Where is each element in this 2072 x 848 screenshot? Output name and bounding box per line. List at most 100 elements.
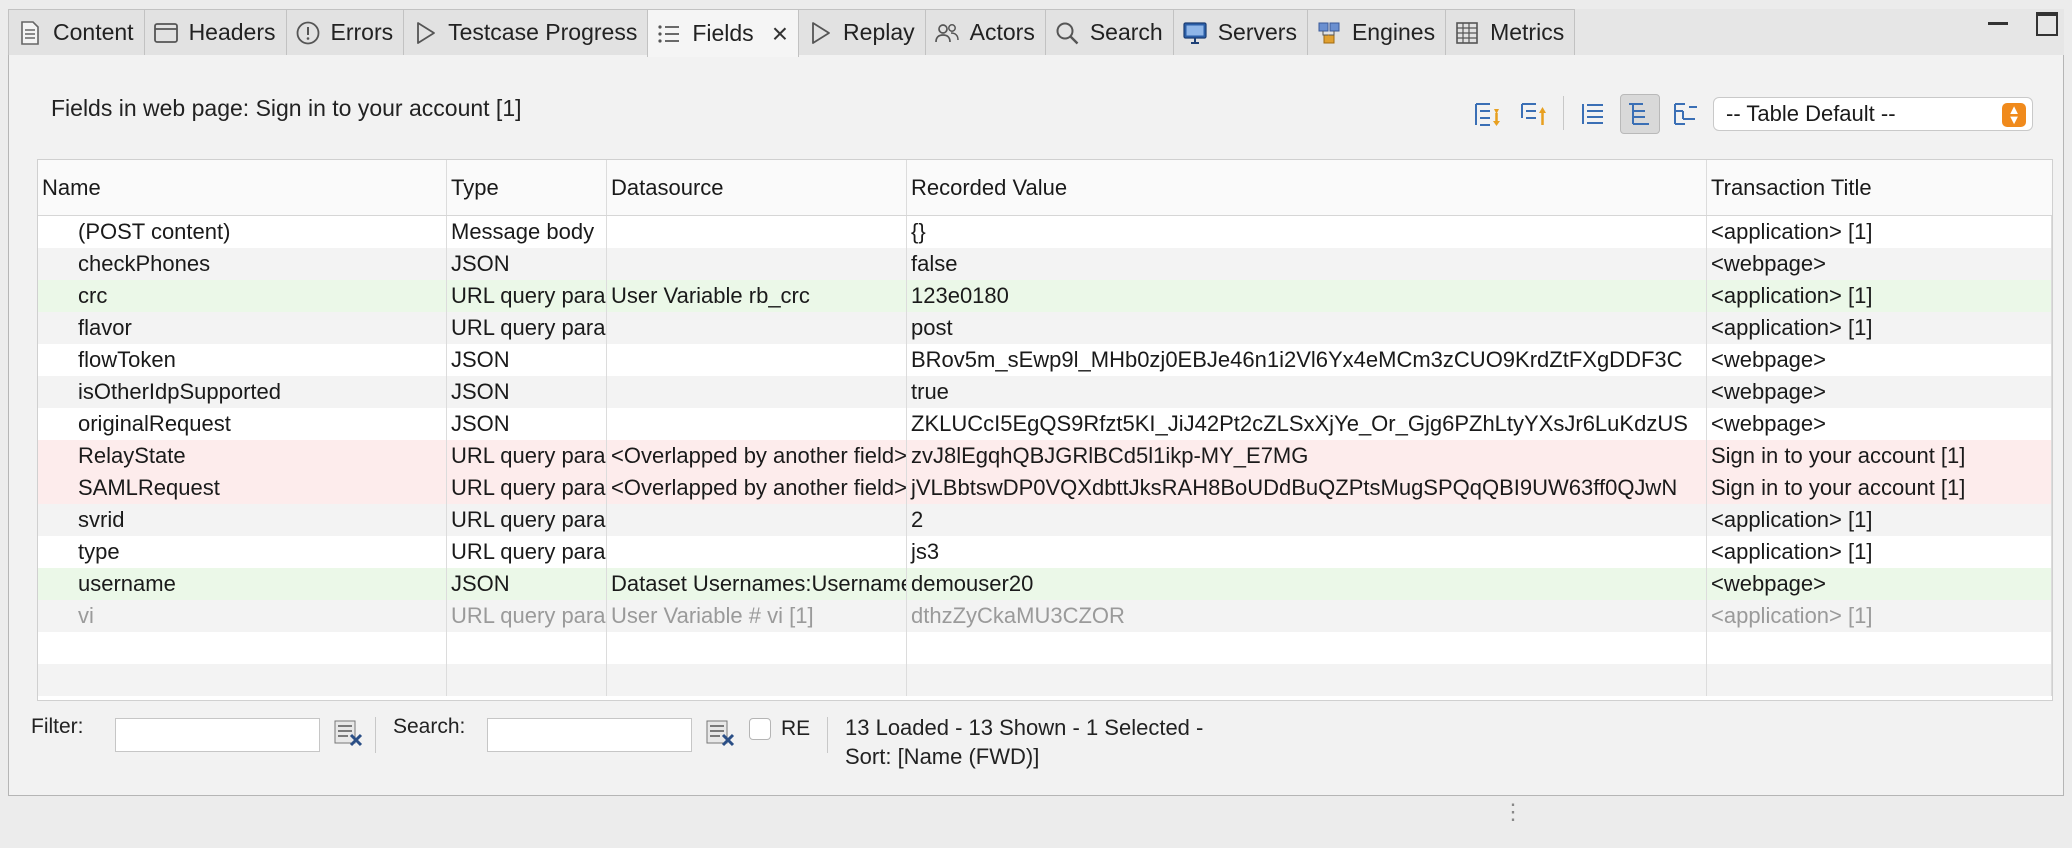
- tab-servers[interactable]: Servers: [1172, 9, 1308, 55]
- tab-testcase-progress[interactable]: Testcase Progress: [403, 9, 649, 55]
- cell-transaction-title: <webpage>: [1707, 408, 2052, 440]
- tab-bar: Content Headers Errors Testcase Progress Fie…: [8, 9, 2064, 57]
- cell-recorded-value: {}: [907, 216, 1707, 248]
- tab-fields[interactable]: Fields ×: [647, 9, 800, 57]
- cell-type: Message body: [447, 216, 607, 248]
- maximize-icon[interactable]: [2036, 12, 2058, 36]
- clear-filter-icon[interactable]: [333, 717, 365, 749]
- column-header-type[interactable]: Type: [447, 160, 607, 215]
- tab-search[interactable]: Search: [1044, 9, 1174, 55]
- column-header-name[interactable]: Name: [38, 160, 447, 215]
- cell-datasource: <Overlapped by another field>: [607, 440, 907, 472]
- tab-label: Testcase Progress: [448, 19, 638, 45]
- table-row[interactable]: flowToken JSON BRov5m_sEwp9l_MHb0zj0EBJe46…: [38, 344, 2052, 376]
- cell-type: URL query parameter: [447, 280, 607, 312]
- document-icon: [17, 20, 43, 46]
- cell-name: svrid: [38, 504, 447, 536]
- hierarchy-view-button[interactable]: [1666, 94, 1706, 134]
- cell-type: JSON: [447, 376, 607, 408]
- grid-icon: [1454, 20, 1480, 46]
- cell-name: checkPhones: [38, 248, 447, 280]
- cell-transaction-title: <webpage>: [1707, 376, 2052, 408]
- search-input[interactable]: [487, 718, 692, 752]
- tab-label: Engines: [1351, 19, 1436, 45]
- expand-all-button[interactable]: [1467, 94, 1507, 134]
- table-row[interactable]: flavorURL query parameter post<applicatio…: [38, 312, 2052, 344]
- cell-name: flavor: [38, 312, 447, 344]
- table-row[interactable]: isOtherIdpSupported JSON true <webpage>: [38, 376, 2052, 408]
- cell-datasource: [607, 344, 907, 376]
- cell-name: username: [38, 568, 447, 600]
- empty-row: [38, 664, 2052, 696]
- cell-transaction-title: <application> [1]: [1707, 536, 2052, 568]
- status-counts: 13 Loaded - 13 Shown - 1 Selected -: [845, 715, 1204, 740]
- column-header-transaction-title[interactable]: Transaction Title: [1707, 160, 2052, 215]
- flat-list-button[interactable]: [1574, 94, 1614, 134]
- cell-transaction-title: <application> [1]: [1707, 216, 2052, 248]
- empty-cell: [38, 664, 447, 696]
- tab-label: Fields: [692, 20, 754, 46]
- status-text: 13 Loaded - 13 Shown - 1 Selected - Sort…: [845, 713, 1203, 771]
- table-view-select[interactable]: -- Table Default -- ▲ ▼: [1713, 97, 2033, 131]
- cell-type: JSON: [447, 568, 607, 600]
- table-row[interactable]: svridURL query parameter 2<application> […: [38, 504, 2052, 536]
- table-row[interactable]: SAMLRequestURL query parameter<Overlappe…: [38, 472, 2052, 504]
- tab-content[interactable]: Content: [8, 9, 145, 55]
- tab-errors[interactable]: Errors: [285, 9, 405, 55]
- tab-replay[interactable]: Replay: [798, 9, 926, 55]
- play-icon: [807, 20, 833, 46]
- cell-recorded-value: true: [907, 376, 1707, 408]
- table-row[interactable]: viURL query parameterUser Variable # vi …: [38, 600, 2052, 632]
- table-row[interactable]: username JSON Dataset Usernames:Username de…: [38, 568, 2052, 600]
- minimize-icon[interactable]: [1988, 22, 2008, 28]
- window-icon: [153, 20, 179, 46]
- tab-headers[interactable]: Headers: [143, 9, 287, 55]
- engines-icon: [1316, 20, 1342, 46]
- cell-recorded-value: js3: [907, 536, 1707, 568]
- cell-transaction-title: <application> [1]: [1707, 312, 2052, 344]
- table-row[interactable]: originalRequest JSON ZKLUCcI5EgQS9Rfzt5KI_…: [38, 408, 2052, 440]
- cell-recorded-value: 2: [907, 504, 1707, 536]
- table-row[interactable]: RelayStateURL query parameter<Overlapped…: [38, 440, 2052, 472]
- empty-cell: [907, 632, 1707, 664]
- table-header: Name Type Datasource Recorded Value Tran…: [38, 160, 2052, 216]
- filter-label: Filter:: [31, 715, 84, 738]
- tab-actors[interactable]: Actors: [924, 9, 1046, 55]
- cell-datasource: [607, 536, 907, 568]
- flat-list-icon: [1582, 104, 1603, 124]
- close-icon[interactable]: ×: [772, 19, 788, 48]
- empty-cell: [1707, 632, 2052, 664]
- cell-type: URL query parameter: [447, 312, 607, 344]
- table-row[interactable]: crcURL query parameterUser Variable rb_c…: [38, 280, 2052, 312]
- clear-search-icon[interactable]: [705, 717, 737, 749]
- collapse-all-button[interactable]: [1513, 94, 1553, 134]
- cell-type: JSON: [447, 408, 607, 440]
- cell-recorded-value: zvJ8lEgqhQBJGRlBCd5l1ikp-MY_E7MG: [907, 440, 1707, 472]
- filter-input[interactable]: [115, 718, 320, 752]
- cell-datasource: <Overlapped by another field>: [607, 472, 907, 504]
- resize-handle[interactable]: ⋮: [1502, 801, 1524, 823]
- table-row[interactable]: typeURL query parameter js3<application> …: [38, 536, 2052, 568]
- regex-checkbox[interactable]: [749, 718, 771, 740]
- cell-transaction-title: <webpage>: [1707, 344, 2052, 376]
- search-icon: [1054, 20, 1080, 46]
- table-row[interactable]: (POST content) Message body {} <application…: [38, 216, 2052, 248]
- cell-recorded-value: demouser20: [907, 568, 1707, 600]
- cell-recorded-value: post: [907, 312, 1707, 344]
- cell-name: vi: [38, 600, 447, 632]
- tree-view-button[interactable]: [1620, 94, 1660, 134]
- cell-datasource: [607, 408, 907, 440]
- column-header-datasource[interactable]: Datasource: [607, 160, 907, 215]
- empty-cell: [38, 632, 447, 664]
- column-header-recorded-value[interactable]: Recorded Value: [907, 160, 1707, 215]
- table-row[interactable]: checkPhones JSON false <webpage>: [38, 248, 2052, 280]
- status-sort: Sort: [Name (FWD)]: [845, 744, 1040, 769]
- empty-cell: [1707, 664, 2052, 696]
- list-icon: [656, 21, 682, 47]
- hierarchy-icon: [1674, 103, 1697, 125]
- cell-name: type: [38, 536, 447, 568]
- tab-engines[interactable]: Engines: [1306, 9, 1447, 55]
- cell-name: crc: [38, 280, 447, 312]
- tab-metrics[interactable]: Metrics: [1445, 9, 1576, 55]
- cell-datasource: [607, 312, 907, 344]
